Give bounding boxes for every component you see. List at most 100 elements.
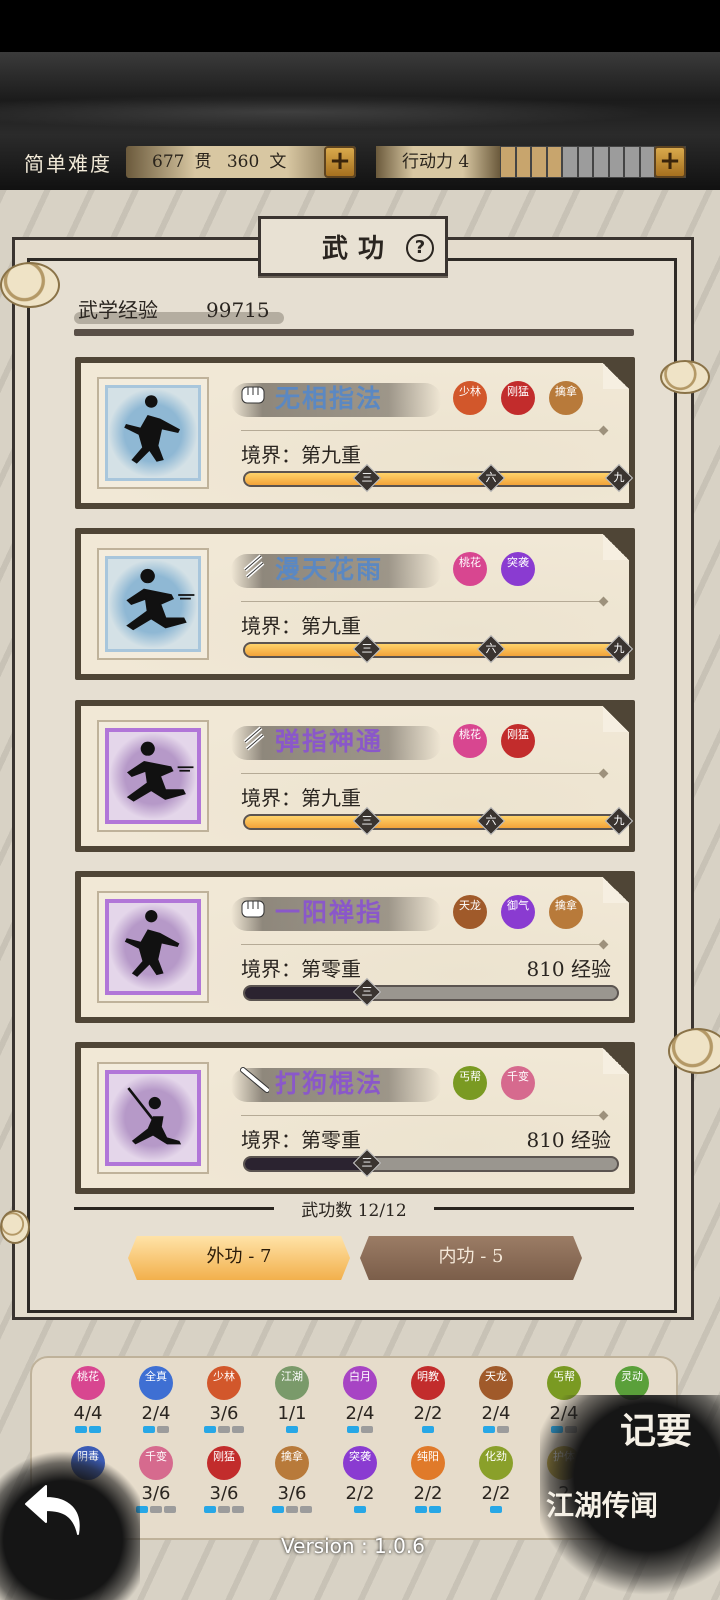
faction-badge[interactable]: 化劲 2/2 [466,1446,526,1513]
difficulty-label: 简单难度 [24,152,112,176]
faction-badge[interactable]: 江湖 1/1 [262,1366,322,1433]
skill-seal: 刚猛 [501,724,535,758]
faction-seal: 刚猛 [207,1446,241,1480]
skill-name: 弹指神通 [275,727,384,756]
status-bar [0,0,720,52]
faction-count: 2/2 [345,1483,375,1504]
faction-seal: 全真 [139,1366,173,1400]
page-fold [603,877,629,903]
fist-icon [239,893,269,923]
skill-portrait-frame [97,548,209,660]
skill-portrait [105,728,201,824]
skill-realm: 境界：第九重 [241,614,361,638]
faction-count: 3/6 [209,1403,239,1424]
skill-card[interactable]: 打狗棍法 丐帮 千变 境界：第零重 810 经验 三 [75,1042,635,1194]
faction-progress-dot [204,1426,216,1433]
skill-divider [241,1115,603,1116]
help-icon[interactable]: ? [406,234,434,262]
skill-seal: 丐帮 [453,1066,487,1100]
money-display: 677 贯 360 文 [126,146,356,178]
skill-seal: 擒拿 [549,381,583,415]
skill-seal: 桃花 [453,552,487,586]
faction-badge[interactable]: 纯阳 2/2 [398,1446,458,1513]
page-fold [603,1048,629,1074]
rumors-button[interactable]: 江湖传闻 [546,1484,658,1524]
progress-marker: 六 [476,634,506,664]
faction-count: 2/2 [413,1483,443,1504]
faction-badge[interactable]: 全真 2/4 [126,1366,186,1433]
fighter-silhouette-icon [126,741,194,802]
faction-badge[interactable]: 桃花 4/4 [58,1366,118,1433]
faction-badge[interactable]: 白月 2/4 [330,1366,390,1433]
progress-marker-label: 三 [361,642,373,655]
back-arrow-icon[interactable] [20,1472,90,1542]
martial-exp-label: 武学经验 [78,298,158,322]
faction-badge[interactable]: 刚猛 3/6 [194,1446,254,1513]
skill-realm: 境界：第九重 [241,443,361,467]
skill-exp-need: 810 经验 [526,957,611,981]
faction-seal: 白月 [343,1366,377,1400]
rumors-label-1: 江湖 [546,1489,603,1522]
faction-dots [330,1506,390,1513]
staff-icon [239,1064,270,1094]
skill-progress-bar: 三 [243,1148,619,1178]
skill-progress-bar: 三六九 [243,806,634,836]
skill-portrait-frame [97,720,209,832]
faction-seal: 江湖 [275,1366,309,1400]
action-point-cell [593,146,609,178]
add-money-button[interactable]: + [324,146,356,178]
action-point-cell [608,146,624,178]
cloud-ornament-left [0,262,60,308]
skill-divider [241,773,603,774]
faction-count: 2/4 [481,1403,511,1424]
skill-card-body: 无相指法 少林 刚猛 擒拿 境界：第九重 三 六 九 [81,363,634,503]
skill-portrait [105,899,201,995]
faction-dots [262,1506,322,1513]
tab-external[interactable]: 外功 - 7 [128,1236,350,1280]
tab-internal[interactable]: 内功 - 5 [360,1236,582,1280]
action-point-cell [639,146,655,178]
faction-badge[interactable]: 突袭 2/2 [330,1446,390,1513]
faction-dots [194,1506,254,1513]
faction-dots [126,1426,186,1433]
faction-badge[interactable]: 天龙 2/4 [466,1366,526,1433]
skill-card-body: 弹指神通 桃花 刚猛 境界：第九重 三 六 九 [81,706,634,846]
skill-seal: 桃花 [453,724,487,758]
skill-card-body: 一阳禅指 天龙 御气 擒拿 境界：第零重 810 经验 三 [81,877,629,1017]
skill-card[interactable]: 一阳禅指 天龙 御气 擒拿 境界：第零重 810 经验 三 [75,871,635,1023]
faction-progress-dot [347,1426,359,1433]
skill-card[interactable]: 无相指法 少林 刚猛 擒拿 境界：第九重 三 六 九 [75,357,635,509]
skill-card[interactable]: 弹指神通 桃花 刚猛 境界：第九重 三 六 九 [75,700,635,852]
add-action-button[interactable]: + [654,146,686,178]
version-label: Version : 1.0.6 [281,1534,425,1558]
progress-marker: 三 [352,977,382,1007]
faction-progress-dot [143,1426,155,1433]
skill-portrait [105,385,201,481]
skill-card-body: 漫天花雨 桃花 突袭 境界：第九重 三 六 九 [81,534,634,674]
faction-badge[interactable]: 擒拿 3/6 [262,1446,322,1513]
faction-dots [398,1426,458,1433]
money-wen-unit: 文 [269,152,287,172]
skill-progress-bar: 三六九 [243,634,634,664]
faction-badge[interactable]: 少林 3/6 [194,1366,254,1433]
faction-progress-dot [286,1426,298,1433]
faction-badge[interactable]: 明教 2/2 [398,1366,458,1433]
skill-name: 打狗棍法 [275,1069,384,1098]
progress-marker: 九 [604,806,634,836]
faction-dots [398,1506,458,1513]
notes-button[interactable]: 记要 [620,1412,700,1450]
progress-marker-label: 九 [613,642,625,655]
faction-seal: 千变 [139,1446,173,1480]
progress-marker-label: 六 [485,642,497,655]
skill-divider [241,944,603,945]
dart-icon [239,722,269,752]
progress-marker: 三 [352,1148,382,1178]
fighter-silhouette-icon [124,910,180,977]
skill-card[interactable]: 漫天花雨 桃花 突袭 境界：第九重 三 六 九 [75,528,635,680]
faction-seal: 擒拿 [275,1446,309,1480]
skill-card-body: 打狗棍法 丐帮 千变 境界：第零重 810 经验 三 [81,1048,629,1188]
faction-progress-dot [164,1506,176,1513]
progress-marker-label: 六 [485,471,497,484]
skill-progress-bar: 三六九 [243,463,634,493]
skill-seal: 突袭 [501,552,535,586]
